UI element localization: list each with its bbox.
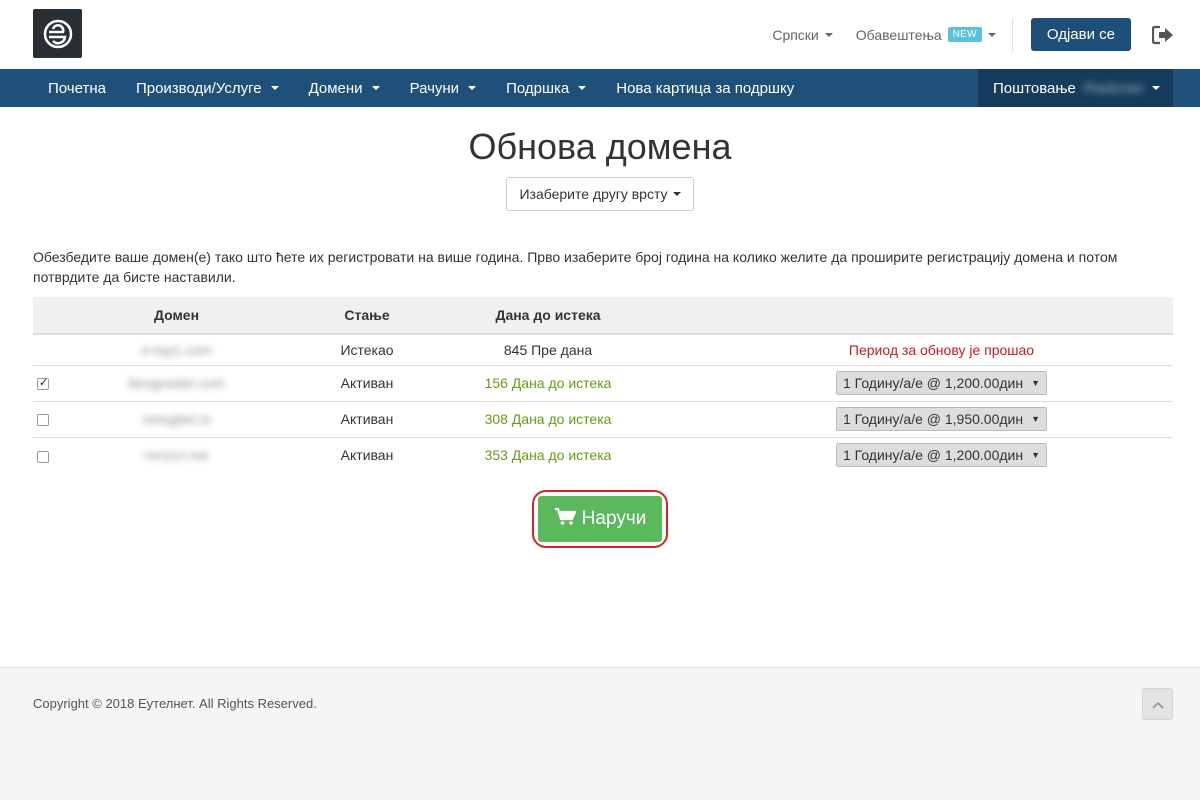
copyright-text: Copyright © 2018 Еутелнет. All Rights Re…	[33, 696, 317, 711]
logout-button[interactable]: Одјави се	[1030, 18, 1131, 51]
chevron-down-icon	[824, 32, 833, 37]
action-cell: 1 Годину/а/е @ 1,950.00дин ▼	[662, 400, 1173, 437]
choose-type-label: Изаберите другу врсту	[519, 186, 668, 202]
notifications-dropdown[interactable]: Обавештења NEW	[856, 27, 996, 43]
shopping-cart-icon	[554, 507, 576, 532]
status-cell: Активан	[300, 436, 434, 473]
select-arrow-icon: ▼	[1031, 450, 1040, 461]
nav-item-new-ticket[interactable]: Нова картица за подршку	[601, 69, 809, 107]
days-cell: 845 Пре дана	[503, 341, 593, 358]
select-arrow-icon: ▼	[1031, 414, 1040, 424]
eutelnet-logo-icon[interactable]	[33, 9, 82, 58]
renewal-period-select[interactable]: 1 Годину/а/е @ 1,200.00дин ▼	[836, 371, 1047, 395]
checkbox-cell	[33, 364, 53, 401]
days-cell: 308 Дана до истека	[434, 400, 662, 437]
header-divider	[1011, 17, 1013, 52]
order-button[interactable]: Наручи	[537, 496, 663, 542]
nav-item-home[interactable]: Почетна	[33, 69, 121, 107]
language-label: Српски	[772, 26, 819, 43]
domain-cell: rsrszcr.me	[53, 436, 300, 473]
domain-name: beograster.com	[128, 375, 225, 391]
status-cell: Активан	[300, 364, 434, 401]
table-row: netsgbel.rs Активан 308 Дана до истека 1…	[33, 400, 1173, 437]
renewal-expired-text: Период за обнову је прошао	[848, 341, 1035, 358]
nav-item-label: Производи/Услуге	[135, 79, 262, 97]
order-button-wrap: Наручи	[0, 490, 1200, 548]
domain-checkbox[interactable]	[37, 414, 49, 427]
renewal-period-value: 1 Годину/а/е @ 1,200.00дин	[843, 375, 1024, 391]
nav-item-label: Почетна	[48, 79, 106, 97]
domain-name: rsrszcr.me	[144, 447, 209, 464]
page-title: Обнова домена	[468, 126, 732, 167]
user-menu-dropdown[interactable]: Поштовање Radovan	[978, 69, 1173, 107]
checkbox-cell	[33, 436, 53, 473]
back-to-top-button[interactable]	[1142, 688, 1173, 720]
table-row: e-top1.com Истекао 845 Пре дана Период з…	[33, 334, 1173, 365]
days-cell: 353 Дана до истека	[434, 436, 662, 473]
order-button-label: Наручи	[581, 508, 647, 529]
top-header: Српски Обавештења NEW Одјави се	[0, 0, 1200, 69]
type-dropdown-wrap: Изаберите другу врсту	[0, 177, 1200, 211]
nav-item-label: Домени	[308, 79, 363, 97]
table-header-row: Домен Стање Дана до истека	[33, 297, 1173, 334]
user-name: Radovan	[1083, 79, 1144, 97]
header-action	[662, 297, 1173, 334]
new-badge: NEW	[947, 27, 982, 42]
sign-out-icon[interactable]	[1151, 23, 1175, 47]
action-cell: 1 Годину/а/е @ 1,200.00дин ▼	[662, 436, 1173, 473]
domain-name: e-top1.com	[141, 341, 212, 358]
domain-cell: netsgbel.rs	[53, 400, 300, 437]
nav-item-label: Рачуни	[409, 79, 460, 97]
chevron-down-icon	[578, 86, 587, 90]
nav-item-support[interactable]: Подршка	[491, 69, 601, 107]
header-days: Дана до истека	[495, 307, 601, 323]
nav-item-products[interactable]: Производи/Услуге	[121, 69, 294, 107]
intro-text: Обезбедите ваше домен(е) тако што ћете и…	[33, 249, 1118, 285]
domains-table: Домен Стање Дана до истека e-top1.com Ис…	[33, 297, 1173, 473]
table-row: beograster.com Активан 156 Дана до истек…	[33, 364, 1173, 401]
domain-checkbox[interactable]	[37, 376, 49, 391]
chevron-down-icon	[468, 86, 477, 90]
footer: Copyright © 2018 Еутелнет. All Rights Re…	[0, 667, 1200, 800]
chevron-down-icon	[672, 192, 681, 196]
main-navbar: Почетна Производи/Услуге Домени Рачуни П…	[0, 69, 1200, 107]
renewal-period-select[interactable]: 1 Годину/а/е @ 1,200.00дин ▼	[836, 443, 1047, 468]
chevron-down-icon	[987, 32, 996, 37]
renewal-period-value: 1 Годину/а/е @ 1,200.00дин	[843, 447, 1024, 464]
top-links: Српски Обавештења NEW Одјави се	[772, 0, 1200, 69]
domain-cell: beograster.com	[53, 364, 300, 401]
chevron-up-icon	[1151, 696, 1164, 712]
domain-name: netsgbel.rs	[142, 411, 211, 427]
action-cell: 1 Годину/а/е @ 1,200.00дин ▼	[662, 364, 1173, 401]
header-domain: Домен	[153, 307, 200, 323]
chevron-down-icon	[270, 86, 279, 90]
status-cell: Истекао	[340, 341, 394, 358]
checkbox-cell	[33, 334, 53, 365]
order-button-highlight: Наручи	[531, 490, 669, 548]
user-greeting: Поштовање	[993, 79, 1076, 97]
nav-item-domains[interactable]: Домени	[294, 69, 395, 107]
checkbox-cell	[33, 400, 53, 437]
chevron-down-icon	[1151, 86, 1160, 90]
chevron-down-icon	[371, 86, 380, 90]
nav-item-label: Нова картица за подршку	[616, 79, 795, 97]
action-cell: Период за обнову је прошао	[662, 334, 1173, 365]
status-cell: Активан	[300, 400, 434, 437]
choose-type-dropdown[interactable]: Изаберите другу врсту	[506, 177, 694, 211]
table-row: rsrszcr.me Активан 353 Дана до истека 1 …	[33, 436, 1173, 473]
nav-item-label: Подршка	[506, 79, 570, 97]
renewal-period-select[interactable]: 1 Годину/а/е @ 1,950.00дин ▼	[836, 407, 1047, 431]
notifications-label: Обавештења	[855, 26, 942, 43]
header-status: Стање	[344, 307, 390, 323]
domain-checkbox[interactable]	[37, 450, 49, 463]
header-checkbox-cell	[33, 297, 53, 334]
domain-cell: e-top1.com	[53, 334, 300, 365]
renewal-period-value: 1 Годину/а/е @ 1,950.00дин	[843, 411, 1024, 427]
language-dropdown[interactable]: Српски	[772, 26, 833, 43]
days-cell: 156 Дана до истека	[434, 364, 662, 401]
nav-item-invoices[interactable]: Рачуни	[395, 69, 492, 107]
select-arrow-icon: ▼	[1031, 378, 1040, 388]
